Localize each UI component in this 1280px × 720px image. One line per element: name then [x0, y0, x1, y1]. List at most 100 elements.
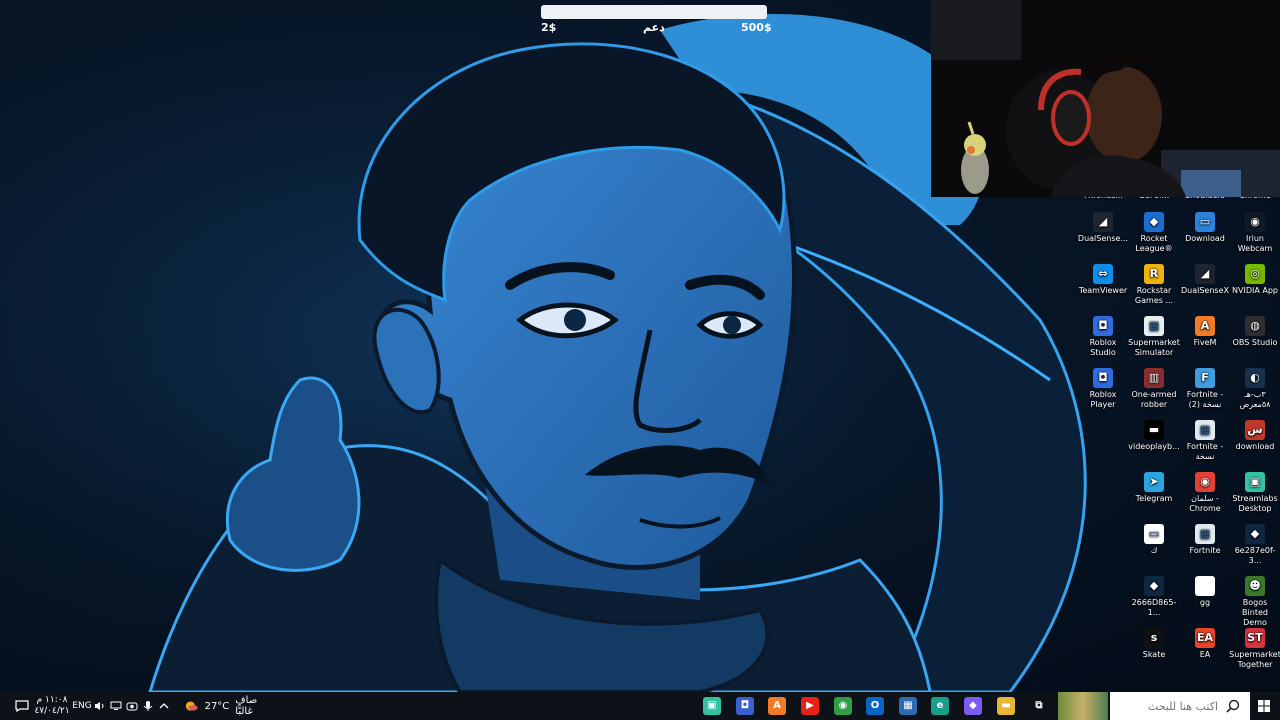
desktop-icon[interactable]: ☻ Bogos Binted Demo	[1229, 576, 1280, 628]
desktop-icon-label: One-armed robber	[1131, 390, 1177, 409]
desktop-icon[interactable]: A FiveM	[1179, 316, 1231, 348]
chrome-icon[interactable]: ◉	[834, 697, 852, 715]
rocket-league-icon: ◆	[1144, 212, 1164, 232]
desktop-icon[interactable]: ST Supermarket Together	[1229, 628, 1280, 670]
desktop-icon-label: ك	[1150, 546, 1158, 555]
desktop-icon[interactable]: ➤ Telegram	[1128, 472, 1180, 504]
desktop-icon-label: gg	[1199, 598, 1211, 607]
desktop-icon-label: 2666D865-1...	[1131, 598, 1177, 617]
slot-machine-icon: ▥	[1144, 368, 1164, 388]
start-button[interactable]	[1256, 692, 1272, 720]
steam-file-icon: ◆	[1245, 524, 1265, 544]
desktop-icon-label: download	[1235, 442, 1275, 451]
search-input[interactable]	[1110, 692, 1222, 720]
supermarket-together-icon: ST	[1245, 628, 1265, 648]
edge-icon[interactable]: e	[931, 697, 949, 715]
desktop-icon[interactable]: ◉ سلمان - Chrome	[1179, 472, 1231, 514]
microphone-icon[interactable]	[142, 692, 154, 720]
weather-text: صافٍ غالبًا	[235, 695, 258, 717]
desktop-icon[interactable]: ▬ videoplayb...	[1128, 420, 1180, 452]
donation-min-label: 2$	[541, 21, 557, 34]
desktop-icon[interactable]: ▭ Download	[1179, 212, 1231, 244]
desktop-icon[interactable]: ◍ OBS Studio	[1229, 316, 1280, 348]
outlook-icon[interactable]: O	[866, 697, 884, 715]
windows-logo-icon	[1258, 700, 1270, 712]
desktop-icon[interactable]: ▦ Supermarket Simulator	[1128, 316, 1180, 358]
desktop-icon-label: Fortnite - نسخة (2)	[1186, 390, 1224, 409]
desktop-icon[interactable]: ▦ Fortnite	[1179, 524, 1231, 556]
youtube-icon[interactable]: ▶	[801, 697, 819, 715]
search-highlight-image[interactable]	[1058, 692, 1108, 720]
weather-sun-icon	[185, 701, 198, 711]
desktop-icon[interactable]: ◆ 2666D865-1...	[1128, 576, 1180, 618]
desktop-icon-label: Streamlabs Desktop	[1232, 494, 1278, 513]
dualsense-icon: ◢	[1093, 212, 1113, 232]
desktop-icon[interactable]: ◉ Iriun Webcam	[1229, 212, 1280, 254]
copilot-icon[interactable]: ◆	[964, 697, 982, 715]
desktop-icon-label: Download	[1185, 234, 1225, 243]
desktop-icon-label: OBS Studio	[1232, 338, 1278, 347]
desktop-icon-label: FiveM	[1193, 338, 1217, 347]
desktop: 2$ دعم 500$ Thrones...GeFor...ShouldersC…	[0, 0, 1280, 692]
obs-icon: ◍	[1245, 316, 1265, 336]
desktop-icon-label: Fortnite - نسخة	[1186, 442, 1224, 461]
download-file-icon: س	[1245, 420, 1265, 440]
task-view-icon[interactable]: ⧉	[1030, 697, 1048, 715]
desktop-icon-label: Fortnite	[1189, 546, 1221, 555]
clock[interactable]: ١١:٠٨ م ٤٧/٠٤/٢١	[34, 692, 69, 720]
desktop-icon-label: DualSenseX	[1181, 286, 1229, 295]
desktop-icon[interactable]: ◆ Rocket League®	[1128, 212, 1180, 254]
desktop-icon-label: DualSense...	[1077, 234, 1129, 243]
desktop-icon[interactable]: gg	[1179, 576, 1231, 608]
donation-max-label: 500$	[741, 21, 772, 34]
weather-temp: 27°C	[204, 700, 230, 712]
desktop-icon-label: TeamViewer	[1078, 286, 1128, 295]
roblox-icon[interactable]: ◘	[736, 697, 754, 715]
language-indicator[interactable]: ENG	[72, 692, 92, 720]
desktop-icon[interactable]: F Fortnite - نسخة (2)	[1179, 368, 1231, 410]
desktop-icon[interactable]: ▭ ك	[1128, 524, 1180, 556]
folder-icon[interactable]: ▬	[997, 697, 1015, 715]
desktop-icon-label: Skate	[1142, 650, 1166, 659]
desktop-icon[interactable]: ◘ Roblox Player	[1077, 368, 1129, 410]
desktop-icon-label: NVIDIA App	[1232, 286, 1278, 295]
shortcut-icon: ▭	[1144, 524, 1164, 544]
store-icon[interactable]: ▦	[899, 697, 917, 715]
bogos-icon: ☻	[1245, 576, 1265, 596]
ea-icon: EA	[1195, 628, 1215, 648]
weather-widget[interactable]: 27°C صافٍ غالبًا	[184, 692, 274, 720]
desktop-icon[interactable]: ▣ Streamlabs Desktop	[1229, 472, 1280, 514]
desktop-icon-label: 6e287e0f-3...	[1234, 546, 1276, 565]
desktop-icon[interactable]: ◢ DualSenseX	[1179, 264, 1231, 296]
desktop-icon[interactable]: s Skate	[1128, 628, 1180, 660]
desktop-icon[interactable]: ◐ ٣ب-هـ ٥٨معرض	[1229, 368, 1280, 410]
desktop-icon[interactable]: ◆ 6e287e0f-3...	[1229, 524, 1280, 566]
donation-title: دعم	[643, 21, 665, 34]
desktop-icon[interactable]: س download	[1229, 420, 1280, 452]
network-icon[interactable]	[110, 692, 122, 720]
desktop-icon[interactable]: ◎ NVIDIA App	[1229, 264, 1280, 296]
search-box[interactable]	[1110, 692, 1250, 720]
chrome-profile-icon: ◉	[1195, 472, 1215, 492]
video-file-icon: ▬	[1144, 420, 1164, 440]
desktop-icon[interactable]: ⇔ TeamViewer	[1077, 264, 1129, 296]
desktop-icon-label: Bogos Binted Demo	[1242, 598, 1268, 627]
desktop-icon[interactable]: ▥ One-armed robber	[1128, 368, 1180, 410]
streamlabs-icon[interactable]: ▣	[703, 697, 721, 715]
webcam-icon: ◉	[1245, 212, 1265, 232]
desktop-icon[interactable]: ▦ Fortnite - نسخة	[1179, 420, 1231, 462]
camera-privacy-icon[interactable]	[126, 692, 138, 720]
chevron-up-icon[interactable]	[158, 692, 170, 720]
fivem-icon[interactable]: A	[768, 697, 786, 715]
desktop-icon[interactable]: EA EA	[1179, 628, 1231, 660]
desktop-icon[interactable]: ◢ DualSense...	[1077, 212, 1129, 244]
desktop-icon[interactable]: R Rockstar Games ...	[1128, 264, 1180, 306]
notifications-icon[interactable]	[12, 692, 32, 720]
volume-icon[interactable]	[94, 692, 106, 720]
desktop-icon-label: Supermarket Together	[1229, 650, 1280, 669]
desktop-icon-label: Rocket League®	[1135, 234, 1173, 253]
desktop-icon-label: Roblox Player	[1089, 390, 1117, 409]
desktop-icon[interactable]: ◘ Roblox Studio	[1077, 316, 1129, 358]
desktop-icon-label: Telegram	[1135, 494, 1173, 503]
roblox-player-icon: ◘	[1093, 368, 1113, 388]
